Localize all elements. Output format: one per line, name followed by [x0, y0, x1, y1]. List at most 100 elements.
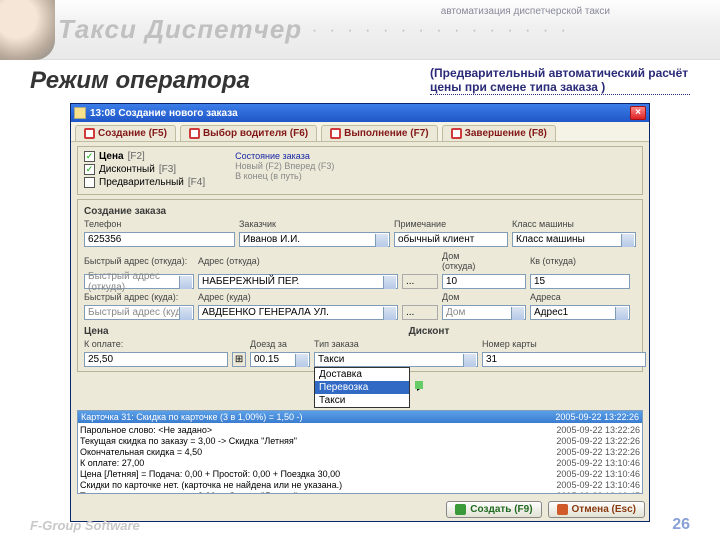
to-addr-label: Адреса	[530, 292, 630, 302]
from-house-label: Дом (откуда)	[442, 251, 482, 271]
to-fast-combo[interactable]: Быстрый адрес (куда)	[84, 305, 194, 320]
tab-driver-label: Выбор водителя (F6)	[203, 128, 308, 139]
trip-value: 00.15	[254, 354, 279, 365]
log-line: Парольное слово: <Не задано>2005-09-22 1…	[80, 425, 640, 436]
type-opt-taxi[interactable]: Такси	[315, 394, 409, 407]
chk-prelim[interactable]	[84, 177, 95, 188]
to-value: АВДЕЕНКО ГЕНЕРАЛА УЛ.	[202, 307, 329, 318]
titlebar[interactable]: 13:08 Создание нового заказа ×	[71, 104, 649, 122]
window-title: 13:08 Создание нового заказа	[90, 108, 628, 119]
cancel-icon	[557, 504, 568, 515]
pay-field[interactable]: 25,50	[84, 352, 228, 367]
from-kv-field[interactable]: 15	[530, 274, 630, 289]
tab-driver-icon	[189, 128, 200, 139]
banner-avatar	[0, 0, 55, 60]
pay-calc-btn[interactable]: ⊞	[232, 352, 246, 367]
log-header-text: Карточка 31: Скидка по карточке (3 в 1,0…	[81, 412, 303, 422]
from-fast-combo[interactable]: Быстрый адрес (откуда)	[84, 274, 194, 289]
trip-label: Доезд за	[250, 339, 310, 349]
type-opt-delivery[interactable]: Доставка	[315, 368, 409, 381]
cursor-icon	[417, 383, 423, 391]
chk-price-key: [F2]	[128, 151, 145, 162]
note-field[interactable]: обычный клиент	[394, 232, 508, 247]
order-create-title: Создание заказа	[84, 206, 636, 217]
to-lookup-btn[interactable]: ...	[402, 305, 438, 320]
tab-driver[interactable]: Выбор водителя (F6)	[180, 125, 317, 141]
log-line: Цена [Летняя] = Подача: 0,00 + Простой: …	[80, 469, 640, 480]
to-addr-combo[interactable]: Адрес1	[530, 305, 630, 320]
create-button-label: Создать (F9)	[470, 504, 532, 515]
carclass-label: Класс машины	[512, 219, 636, 229]
to-house-combo[interactable]: Дом	[442, 305, 526, 320]
from-house-field[interactable]: 10	[442, 274, 526, 289]
from-value: НАБЕРЕЖНЫЙ ПЕР.	[202, 276, 299, 287]
window-icon	[74, 107, 86, 119]
from-lookup-btn[interactable]: ...	[402, 274, 438, 289]
banner-subtitle: автоматизация диспетчерской такси	[441, 6, 610, 17]
page-header: Режим оператора (Предварительный автомат…	[0, 60, 720, 99]
card-field[interactable]: 31	[482, 352, 646, 367]
create-icon	[455, 504, 466, 515]
tab-finish-label: Завершение (F8)	[465, 128, 547, 139]
close-icon[interactable]: ×	[630, 106, 646, 120]
tab-create-icon	[84, 128, 95, 139]
chk-price[interactable]: ✓	[84, 151, 95, 162]
to-fast-value: Быстрый адрес (куда)	[88, 307, 190, 318]
from-fast-label: Быстрый адрес (откуда):	[84, 256, 194, 266]
pay-label: К оплате:	[84, 339, 154, 349]
note-label: Примечание	[394, 219, 508, 229]
from-kv-label: Кв (откуда)	[530, 256, 630, 266]
log-line: Окончательная скидка = 4,502005-09-22 13…	[80, 447, 640, 458]
footer-company: F-Group Software	[30, 518, 140, 533]
to-fast-label: Быстрый адрес (куда):	[84, 292, 194, 302]
chk-discount-label: Дисконтный	[99, 164, 155, 175]
client-combo[interactable]: Иванов И.И.	[239, 232, 390, 247]
tab-create[interactable]: Создание (F5)	[75, 125, 176, 141]
client-value: Иванов И.И.	[243, 234, 300, 245]
tab-create-label: Создание (F5)	[98, 128, 167, 139]
phone-field[interactable]: 625356	[84, 232, 235, 247]
log-line: Скидки по карточке нет. (карточка не най…	[80, 480, 640, 491]
card-label: Номер карты	[482, 339, 542, 349]
tab-exec[interactable]: Выполнение (F7)	[321, 125, 437, 141]
log-header-ts: 2005-09-22 13:22:26	[555, 412, 639, 422]
tab-exec-icon	[330, 128, 341, 139]
from-label: Адрес (откуда)	[198, 256, 398, 266]
to-combo[interactable]: АВДЕЕНКО ГЕНЕРАЛА УЛ.	[198, 305, 398, 320]
banner-dots: · · · · · · · · · · · · · · ·	[312, 22, 570, 40]
to-label: Адрес (куда)	[198, 292, 398, 302]
to-house-label: Дом	[442, 292, 482, 302]
type-label: Тип заказа	[314, 339, 374, 349]
state-end: В конец (в путь)	[235, 171, 334, 181]
order-window: 13:08 Создание нового заказа × Создание …	[70, 103, 650, 522]
discount-title: Дисконт	[409, 326, 450, 337]
carclass-value: Класс машины	[516, 234, 585, 245]
tab-exec-label: Выполнение (F7)	[344, 128, 428, 139]
banner-title: Такси Диспетчер	[58, 14, 302, 45]
carclass-combo[interactable]: Класс машины	[512, 232, 636, 247]
type-combo[interactable]: Такси Доставка Перевозка Такси	[314, 352, 478, 367]
cancel-button-label: Отмена (Esc)	[572, 504, 636, 515]
trip-combo[interactable]: 00.15	[250, 352, 310, 367]
type-opt-transport[interactable]: Перевозка	[315, 381, 409, 394]
client-label: Заказчик	[239, 219, 329, 229]
footer: F-Group Software 26	[0, 516, 720, 534]
chk-prelim-label: Предварительный	[99, 177, 184, 188]
chk-discount[interactable]: ✓	[84, 164, 95, 175]
chk-discount-key: [F3]	[159, 164, 176, 175]
log-line: Текущая скидка по заказу = 3,00 -> Скидк…	[80, 491, 640, 494]
chk-prelim-key: [F4]	[188, 177, 205, 188]
footer-page: 26	[672, 516, 690, 534]
tab-finish-icon	[451, 128, 462, 139]
tab-finish[interactable]: Завершение (F8)	[442, 125, 556, 141]
phone-label: Телефон	[84, 219, 174, 229]
log-header: Карточка 31: Скидка по карточке (3 в 1,0…	[78, 411, 642, 423]
type-dropdown: Доставка Перевозка Такси	[314, 367, 410, 408]
chk-price-label: Цена	[99, 151, 124, 162]
price-title: Цена	[84, 326, 109, 337]
from-fast-value: Быстрый адрес (откуда)	[88, 271, 190, 293]
from-combo[interactable]: НАБЕРЕЖНЫЙ ПЕР.	[198, 274, 398, 289]
to-house-value: Дом	[446, 307, 465, 318]
log-area[interactable]: Карточка 31: Скидка по карточке (3 в 1,0…	[77, 410, 643, 494]
tab-bar: Создание (F5) Выбор водителя (F6) Выполн…	[71, 122, 649, 142]
